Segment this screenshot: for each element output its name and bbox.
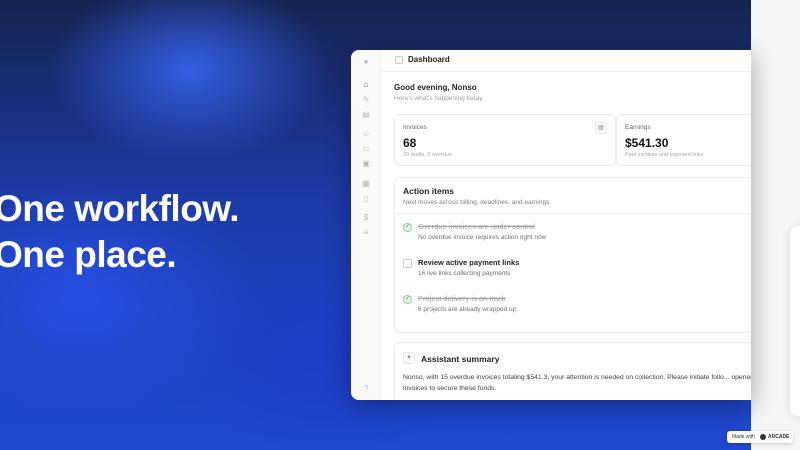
pen-icon[interactable]: ✎ [361,95,371,105]
action-items-title: Action items [403,186,455,196]
assistant-panel: ✦ Assistant summary Nonso, with 15 overd… [394,342,751,400]
sidebar: ● ⌂ ✎ ▤ ☺ ▭ ▣ ▦ ▯ $ ≡ ? [351,50,381,400]
action-item-desc: No overdue invoice requires action right… [418,234,547,241]
document-icon[interactable]: ▤ [595,122,607,134]
invoices-card[interactable]: Invoices ▤ 68 29 drafts, 0 overdue [394,114,616,166]
page-title: Dashboard [408,55,450,64]
action-item[interactable]: Review active payment links 16 live link… [403,257,743,283]
users-icon[interactable]: ☺ [361,129,371,139]
check-circle-icon[interactable]: ✓ [403,223,412,232]
earnings-note: Paid invoices and payment links [625,152,704,158]
action-item[interactable]: ✓ Overdue invoices are under control No … [403,221,743,247]
greeting-heading: Good evening, Nonso [394,83,477,92]
action-item[interactable]: ✓ Project delivery is on track 6 project… [403,293,743,319]
action-item-desc: 6 projects are already wrapped up [418,306,517,313]
dollar-icon[interactable]: $ [361,213,371,223]
hero-line-2: One place. [0,234,177,275]
check-circle-icon[interactable]: ✓ [403,295,412,304]
arcade-brand: ARCADE [768,434,790,440]
invoices-label: Invoices [403,124,427,131]
calendar-icon[interactable]: ▦ [361,179,371,189]
sidebar-toggle-icon[interactable] [395,56,403,64]
top-bar: Dashboard [381,50,751,72]
home-icon[interactable]: ⌂ [361,80,371,90]
invoices-note: 29 drafts, 0 overdue [403,152,452,158]
action-item-desc: 16 live links collecting payments [418,270,511,277]
receipt-icon[interactable]: ▯ [361,194,371,204]
assistant-body: Nonso, with 15 overdue invoices totaling… [403,374,751,392]
assistant-title: Assistant summary [421,354,500,364]
divider [395,213,751,214]
card-icon[interactable]: ▣ [361,159,371,169]
hero-headline: One workflow. One place. [0,186,239,278]
dashboard-window: ● ⌂ ✎ ▤ ☺ ▭ ▣ ▦ ▯ $ ≡ ? Dashboard Good e… [351,50,751,400]
sparkle-icon: ✦ [403,352,415,364]
greeting-subtitle: Here's what's happening today. [394,95,484,102]
action-items-subtitle: Next moves across billing, deadlines, an… [403,199,552,206]
help-icon[interactable]: ? [361,384,371,394]
made-with-arcade-badge[interactable]: Made with ARCADE [727,431,793,443]
right-card-edge [790,226,800,416]
hero-line-1: One workflow. [0,188,239,229]
earnings-card[interactable]: Earnings $541.30 Paid invoices and payme… [616,114,751,166]
action-item-title: Project delivery is on track [418,294,506,303]
folder-icon[interactable]: ▭ [361,144,371,154]
settings-icon[interactable]: ≡ [361,228,371,238]
checkbox[interactable] [403,259,412,268]
action-items-panel: Action items Next moves across billing, … [394,177,751,333]
action-item-title: Review active payment links [418,258,520,267]
action-item-title: Overdue invoices are under control [418,222,535,231]
logo-icon[interactable]: ● [361,57,371,67]
invoices-value: 68 [403,136,417,150]
inbox-icon[interactable]: ▤ [361,110,371,120]
made-with-label: Made with [732,434,755,440]
earnings-value: $541.30 [625,136,669,150]
earnings-label: Earnings [625,124,651,131]
arcade-logo-icon [760,434,766,440]
